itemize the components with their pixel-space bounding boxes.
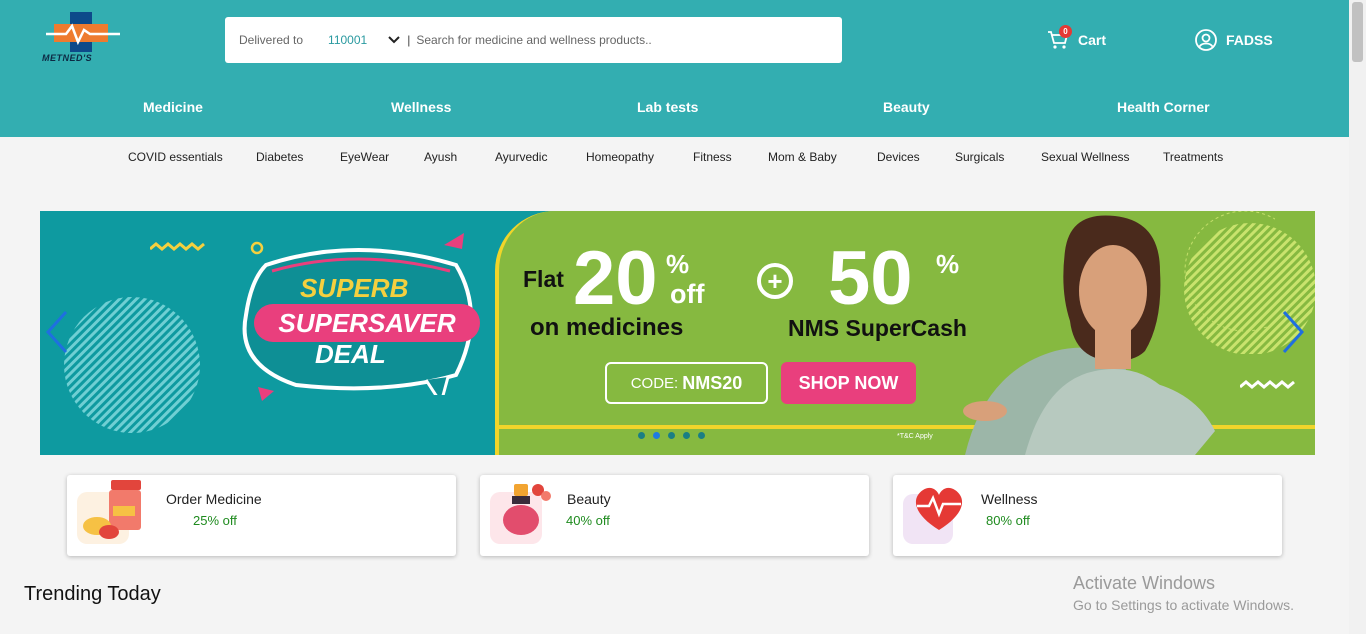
- beauty-card[interactable]: Beauty 40% off: [480, 475, 869, 556]
- banner-off: off: [670, 279, 705, 309]
- wave-decoration: [150, 242, 205, 251]
- subnav-item[interactable]: Fitness: [693, 150, 732, 164]
- subnav-item[interactable]: Treatments: [1163, 150, 1223, 164]
- shop-now-button[interactable]: SHOP NOW: [781, 362, 916, 404]
- triangle-decoration: [258, 387, 274, 401]
- banner-percent-sign: %: [666, 249, 690, 279]
- banner-supercash: NMS SuperCash: [788, 315, 967, 341]
- subnav-item[interactable]: EyeWear: [340, 150, 389, 164]
- chevron-left-icon[interactable]: [42, 309, 72, 355]
- banner-superb: SUPERB: [300, 273, 409, 303]
- nav-health-corner[interactable]: Health Corner: [1117, 99, 1210, 115]
- windows-activation-watermark: Activate Windows Go to Settings to activ…: [1073, 573, 1294, 613]
- nav-medicine[interactable]: Medicine: [143, 99, 203, 115]
- nav-lab-tests[interactable]: Lab tests: [637, 99, 698, 115]
- watermark-line-2: Go to Settings to activate Windows.: [1073, 597, 1294, 613]
- subnav-item[interactable]: Ayush: [424, 150, 457, 164]
- coupon-code-label: CODE:: [630, 374, 679, 392]
- cart-button[interactable]: 0 Cart: [1046, 25, 1107, 52]
- banner-deal: DEAL: [315, 339, 386, 369]
- banner-flat: Flat: [523, 266, 564, 292]
- subnav-item[interactable]: Sexual Wellness: [1041, 150, 1130, 164]
- wave-decoration: [1240, 380, 1295, 389]
- cart-label: Cart: [1078, 32, 1107, 48]
- nav-beauty[interactable]: Beauty: [883, 99, 930, 115]
- search-input[interactable]: Search for medicine and wellness product…: [416, 33, 651, 47]
- promo-banner[interactable]: SUPERB SUPERSAVER DEAL Flat 20 % off on …: [40, 211, 1315, 455]
- card-offer: 40% off: [566, 513, 610, 528]
- subnav-item[interactable]: Homeopathy: [586, 150, 654, 164]
- site-header: METNED'S Delivered to 110001 | Search fo…: [0, 0, 1349, 137]
- card-title: Beauty: [567, 491, 611, 507]
- coupon-code-value: NMS20: [682, 372, 743, 393]
- subnav-item[interactable]: Mom & Baby: [768, 150, 837, 164]
- account-button[interactable]: FADSS: [1194, 28, 1273, 52]
- striped-circle-decoration: [64, 297, 200, 433]
- card-title: Wellness: [981, 491, 1038, 507]
- carousel-dots: [638, 432, 705, 439]
- plus-icon: +: [757, 263, 793, 299]
- card-offer: 80% off: [986, 513, 1030, 528]
- heart-pulse-icon: [903, 487, 963, 544]
- banner-supersaver: SUPERSAVER: [254, 304, 480, 342]
- subnav-item[interactable]: Devices: [877, 150, 920, 164]
- chevron-down-icon[interactable]: [387, 33, 401, 47]
- logo-text: METNED'S: [42, 53, 93, 63]
- banner-cashback-number: 50: [828, 236, 913, 321]
- medicine-icon: [77, 480, 141, 544]
- card-title: Order Medicine: [166, 491, 262, 507]
- subnav-item[interactable]: Surgicals: [955, 150, 1004, 164]
- watermark-line-1: Activate Windows: [1073, 573, 1216, 593]
- section-title-trending: Trending Today: [24, 583, 161, 605]
- subnav-item[interactable]: COVID essentials: [128, 150, 223, 164]
- triangle-decoration: [444, 233, 464, 249]
- user-name: FADSS: [1226, 32, 1273, 48]
- carousel-dot[interactable]: [668, 432, 675, 439]
- subnav-item[interactable]: Diabetes: [256, 150, 303, 164]
- carousel-dot[interactable]: [653, 432, 660, 439]
- search-bar[interactable]: Delivered to 110001 | Search for medicin…: [225, 17, 842, 63]
- carousel-dot[interactable]: [638, 432, 645, 439]
- carousel-dot[interactable]: [683, 432, 690, 439]
- card-offer: 25% off: [193, 513, 237, 528]
- delivered-to-label: Delivered to: [239, 33, 304, 47]
- subnav-item[interactable]: Ayurvedic: [495, 150, 547, 164]
- order-medicine-card[interactable]: Order Medicine 25% off: [67, 475, 456, 556]
- banner-discount-number: 20: [573, 236, 658, 321]
- page-scrollbar[interactable]: [1349, 0, 1366, 634]
- terms-note: *T&C Apply: [897, 433, 933, 440]
- banner-on-medicines: on medicines: [530, 314, 684, 341]
- carousel-dot[interactable]: [698, 432, 705, 439]
- user-icon: [1195, 29, 1217, 51]
- perfume-icon: [490, 484, 551, 544]
- scrollbar-thumb[interactable]: [1352, 2, 1363, 62]
- coupon-code-box: CODE: NMS20: [605, 362, 768, 404]
- chevron-right-icon[interactable]: [1278, 309, 1308, 355]
- cart-count-badge: 0: [1059, 25, 1072, 38]
- wellness-card[interactable]: Wellness 80% off: [893, 475, 1282, 556]
- pincode-value[interactable]: 110001: [328, 33, 367, 47]
- search-separator: |: [407, 33, 411, 47]
- nav-wellness[interactable]: Wellness: [391, 99, 451, 115]
